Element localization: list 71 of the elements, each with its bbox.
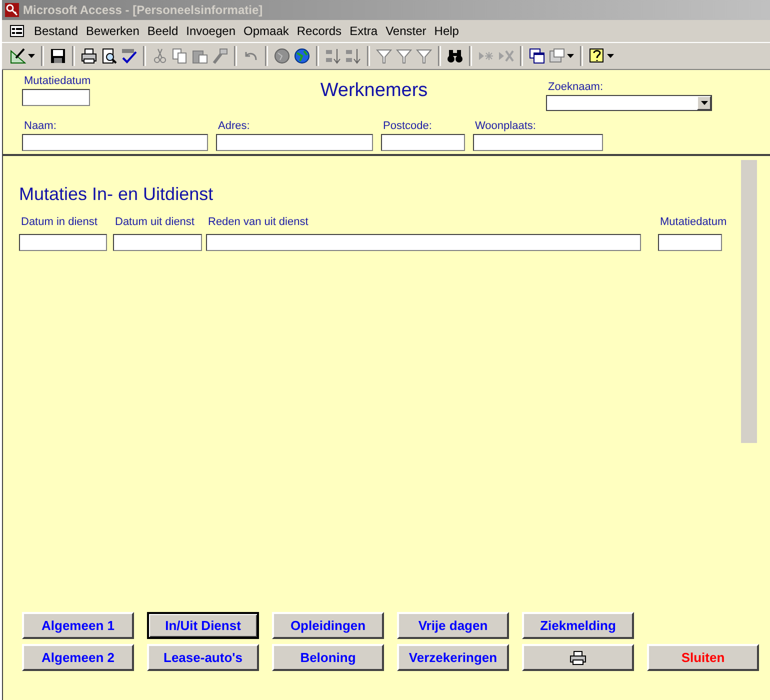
- search-combo-box[interactable]: [546, 95, 712, 111]
- nav-button[interactable]: Ziekmelding: [522, 612, 634, 639]
- paste-icon[interactable]: [192, 48, 208, 64]
- binoculars-icon[interactable]: [447, 48, 463, 64]
- dropdown-arrow-icon[interactable]: [607, 54, 614, 58]
- column-label: Datum uit dienst: [114, 215, 196, 230]
- copy-icon[interactable]: [172, 48, 188, 64]
- field-label: Postcode:: [382, 119, 433, 134]
- form-title: Werknemers: [319, 80, 429, 103]
- sort-ascending-icon[interactable]: [325, 48, 341, 64]
- filter-icon[interactable]: [416, 48, 432, 64]
- design-icon[interactable]: [10, 48, 26, 64]
- nav-button[interactable]: Lease-auto's: [147, 644, 259, 671]
- print-preview-icon[interactable]: [101, 48, 117, 64]
- save-icon[interactable]: [50, 48, 66, 64]
- nav-button[interactable]: Algemeen 2: [22, 644, 134, 671]
- object-icon[interactable]: [549, 48, 565, 64]
- filter-form-icon[interactable]: [396, 48, 412, 64]
- menu-item[interactable]: Bestand: [30, 24, 82, 38]
- date-field[interactable]: [22, 89, 90, 106]
- field-label: Zoeknaam:: [547, 80, 604, 95]
- nav-button[interactable]: Opleidingen: [272, 612, 384, 639]
- input-field[interactable]: [19, 234, 107, 251]
- dropdown-arrow-icon[interactable]: [567, 54, 574, 58]
- print-icon[interactable]: [81, 48, 97, 64]
- scroll-bar[interactable]: [741, 160, 757, 443]
- menu-item[interactable]: Bewerken: [82, 24, 144, 38]
- menu-item[interactable]: Venster: [382, 24, 430, 38]
- input-field[interactable]: [216, 134, 373, 151]
- field-label: Naam:: [23, 119, 58, 134]
- form-icon[interactable]: [10, 25, 24, 37]
- print-button[interactable]: [522, 644, 634, 671]
- key-icon: [5, 3, 19, 17]
- menu-item[interactable]: Help: [430, 24, 463, 38]
- globe-icon[interactable]: [294, 48, 310, 64]
- nav-button[interactable]: Verzekeringen: [397, 644, 509, 671]
- column-label: Mutatiedatum: [659, 215, 728, 230]
- nav-button[interactable]: Algemeen 1: [22, 612, 134, 639]
- help-icon[interactable]: [589, 48, 605, 64]
- input-field[interactable]: [658, 234, 722, 251]
- nav-button[interactable]: In/Uit Dienst: [147, 612, 259, 639]
- menu-item[interactable]: Invoegen: [182, 24, 240, 38]
- input-field[interactable]: [22, 134, 208, 151]
- nav-button[interactable]: Vrije dagen: [397, 612, 509, 639]
- nav-button[interactable]: Beloning: [272, 644, 384, 671]
- dropdown-button[interactable]: [697, 96, 711, 110]
- menu-item[interactable]: Records: [292, 24, 346, 38]
- printer-icon: [570, 650, 586, 664]
- field-label: Woonplaats:: [474, 119, 537, 134]
- input-field[interactable]: [113, 234, 202, 251]
- field-label: Adres:: [217, 119, 251, 134]
- cut-icon[interactable]: [152, 48, 168, 64]
- dropdown-arrow-icon[interactable]: [28, 54, 35, 58]
- input-field[interactable]: [206, 234, 641, 251]
- menu-item[interactable]: Beeld: [143, 24, 182, 38]
- menu-item[interactable]: Extra: [346, 24, 382, 38]
- format-painter-icon[interactable]: [212, 48, 228, 64]
- section-heading: Mutaties In- en Uitdienst: [19, 184, 214, 206]
- filter-icon[interactable]: [376, 48, 392, 64]
- column-label: Reden van uit dienst: [207, 215, 310, 230]
- window-icon[interactable]: [529, 48, 545, 64]
- input-field[interactable]: [473, 134, 603, 151]
- menu-item[interactable]: Opmaak: [240, 24, 293, 38]
- column-label: Datum in dienst: [20, 215, 98, 230]
- window-title: Microsoft Access - [Personeelsinformatie]: [23, 3, 263, 17]
- field-label: Mutatiedatum: [23, 74, 92, 89]
- caret-icon: [700, 101, 708, 105]
- sort-descending-icon[interactable]: [345, 48, 361, 64]
- spelling-icon[interactable]: [121, 48, 137, 64]
- globe-icon[interactable]: [274, 48, 290, 64]
- input-field[interactable]: [381, 134, 465, 151]
